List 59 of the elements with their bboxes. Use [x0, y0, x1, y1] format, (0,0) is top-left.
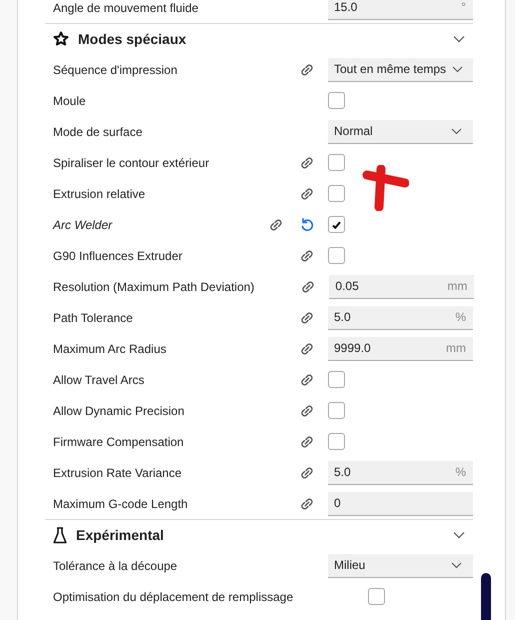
checkbox[interactable]	[328, 247, 345, 264]
setting-label: Séquence d'impression	[53, 62, 178, 76]
setting-label: Maximum G-code Length	[53, 496, 189, 510]
setting-label: Mode de surface	[53, 124, 144, 138]
checkbox[interactable]	[328, 433, 345, 450]
link-icon[interactable]	[299, 310, 315, 326]
link-icon[interactable]	[299, 62, 315, 78]
checkbox[interactable]	[328, 154, 345, 171]
link-icon[interactable]	[299, 464, 315, 480]
setting-label: G90 Influences Extruder	[53, 248, 184, 262]
chevron-icon[interactable]	[453, 531, 465, 539]
link-icon[interactable]	[299, 248, 315, 264]
dropdown[interactable]: Tout en même temps	[328, 58, 473, 82]
setting-label: Path Tolerance	[53, 310, 134, 324]
link-icon[interactable]	[299, 402, 315, 418]
setting-label: Optimisation du déplacement de remplissage	[53, 590, 294, 604]
checkbox[interactable]	[328, 92, 345, 109]
setting-label: Firmware Compensation	[53, 434, 185, 448]
checkbox[interactable]	[328, 185, 345, 202]
link-icon[interactable]	[299, 154, 315, 170]
reset-icon[interactable]	[299, 216, 315, 232]
number-field[interactable]: 5.0 %	[328, 306, 473, 330]
link-icon[interactable]	[299, 496, 315, 512]
link-icon[interactable]	[300, 278, 316, 294]
number-field[interactable]: 15.0 °	[328, 0, 473, 20]
dropdown[interactable]: Milieu	[328, 554, 473, 578]
setting-label: Tolérance à la découpe	[53, 558, 178, 572]
setting-label: Spiraliser le contour extérieur	[53, 156, 210, 170]
star-icon	[53, 31, 69, 47]
section-title: Modes spéciaux	[78, 31, 188, 47]
setting-label: Maximum Arc Radius	[53, 342, 168, 356]
setting-label: Allow Travel Arcs	[53, 372, 146, 386]
number-field[interactable]: 9999.0 mm	[328, 336, 473, 360]
dropdown[interactable]: Normal	[328, 120, 473, 144]
checkbox[interactable]	[328, 371, 345, 388]
check-icon	[332, 220, 341, 228]
number-field[interactable]: 0.05 mm	[329, 274, 474, 298]
setting-label: Resolution (Maximum Path Deviation)	[53, 280, 254, 294]
link-icon[interactable]	[299, 372, 315, 388]
cross-mark-drawing	[361, 165, 409, 211]
checkbox[interactable]	[328, 216, 345, 233]
setting-label: Extrusion relative	[53, 186, 146, 200]
chevron-icon[interactable]	[453, 35, 465, 43]
number-field[interactable]: 0	[328, 492, 473, 516]
setting-label: Moule	[53, 94, 87, 108]
checkbox[interactable]	[368, 588, 386, 605]
link-icon[interactable]	[299, 434, 315, 450]
scrollbar-thumb[interactable]	[481, 573, 491, 620]
flask-icon	[53, 526, 67, 544]
setting-label: Arc Welder	[53, 218, 114, 232]
link-icon[interactable]	[268, 216, 284, 232]
checkbox[interactable]	[328, 402, 345, 419]
link-icon[interactable]	[299, 186, 315, 202]
section-title: Expérimental	[76, 527, 165, 543]
setting-label: Angle de mouvement fluide	[53, 0, 200, 14]
setting-label: Allow Dynamic Precision	[53, 404, 186, 418]
number-field[interactable]: 5.0 %	[328, 460, 473, 484]
link-icon[interactable]	[299, 340, 315, 356]
setting-label: Extrusion Rate Variance	[53, 466, 183, 480]
